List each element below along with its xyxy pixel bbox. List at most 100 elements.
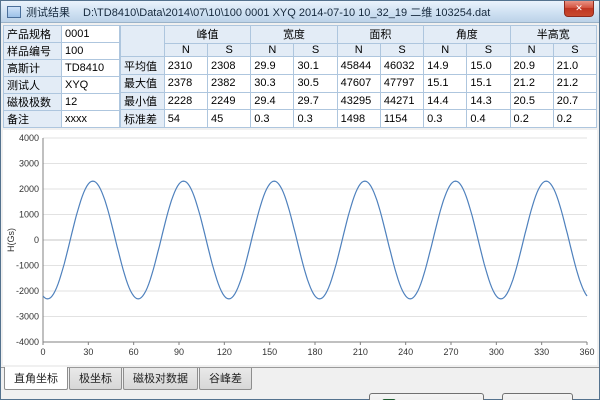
stats-sub-header: S: [208, 43, 251, 57]
stats-sub-header: S: [467, 43, 510, 57]
stats-cell: 47607: [337, 74, 380, 92]
table-row: 标准差 54 45 0.3 0.3 1498 1154 0.3 0.4 0.2 …: [121, 110, 597, 128]
stats-cell: 0.4: [467, 110, 510, 128]
info-value: 100: [62, 43, 120, 60]
stats-cell: 1154: [380, 110, 423, 128]
info-value: 12: [62, 94, 120, 111]
close-button[interactable]: ✕: [564, 1, 594, 17]
svg-text:60: 60: [129, 347, 139, 357]
info-label: 高斯计: [4, 60, 62, 77]
svg-text:300: 300: [489, 347, 504, 357]
tab-bar: 直角坐标 极坐标 磁极对数据 谷峰差: [1, 367, 599, 387]
table-row: 样品编号100: [4, 43, 120, 60]
tab-polar[interactable]: 极坐标: [69, 368, 122, 390]
info-label: 产品规格: [4, 26, 62, 43]
info-label: 磁极极数: [4, 94, 62, 111]
svg-text:-3000: -3000: [16, 312, 39, 322]
info-value: xxxx: [62, 111, 120, 128]
summary-tables: 产品规格0001 样品编号100 高斯计TD8410 测试人XYQ 磁极极数12…: [1, 23, 599, 128]
titlebar[interactable]: 测试结果 D:\TD8410\Data\2014\07\10\100 0001 …: [1, 1, 599, 23]
stats-cell: 43295: [337, 92, 380, 110]
stats-cell: 21.2: [510, 74, 553, 92]
svg-text:-2000: -2000: [16, 286, 39, 296]
stats-corner-cell: [121, 26, 165, 57]
stats-cell: 15.0: [467, 57, 510, 75]
stats-group-header: 半高宽: [510, 26, 596, 44]
stats-row-label: 最大值: [121, 74, 165, 92]
stats-cell: 30.5: [294, 74, 337, 92]
svg-text:3000: 3000: [19, 159, 39, 169]
svg-text:0: 0: [40, 347, 45, 357]
stats-sub-header: N: [164, 43, 207, 57]
stats-sub-header: N: [251, 43, 294, 57]
stats-cell: 0.3: [294, 110, 337, 128]
stats-group-header: 峰值: [164, 26, 250, 44]
info-label: 样品编号: [4, 43, 62, 60]
tab-pole-pair-data[interactable]: 磁极对数据: [123, 368, 198, 390]
test-results-window: 测试结果 D:\TD8410\Data\2014\07\10\100 0001 …: [0, 0, 600, 400]
svg-text:180: 180: [307, 347, 322, 357]
stats-cell: 20.7: [553, 92, 596, 110]
table-row: 测试人XYQ: [4, 77, 120, 94]
stats-cell: 20.5: [510, 92, 553, 110]
app-icon: [7, 6, 21, 18]
stats-cell: 14.3: [467, 92, 510, 110]
export-excel-button[interactable]: X 导出到 Excel: [369, 393, 484, 400]
info-value: TD8410: [62, 60, 120, 77]
table-row: 高斯计TD8410: [4, 60, 120, 77]
stats-cell: 1498: [337, 110, 380, 128]
sample-info-table: 产品规格0001 样品编号100 高斯计TD8410 测试人XYQ 磁极极数12…: [3, 25, 120, 128]
stats-sub-header: S: [553, 43, 596, 57]
tab-cartesian[interactable]: 直角坐标: [4, 367, 68, 390]
stats-sub-header: S: [294, 43, 337, 57]
table-row: N S N S N S N S N S: [121, 43, 597, 57]
stats-cell: 30.3: [251, 74, 294, 92]
stats-cell: 29.7: [294, 92, 337, 110]
stats-group-header: 角度: [424, 26, 510, 44]
stats-cell: 21.0: [553, 57, 596, 75]
table-row: 平均值 2310 2308 29.9 30.1 45844 46032 14.9…: [121, 57, 597, 75]
stats-cell: 2308: [208, 57, 251, 75]
info-label: 备注: [4, 111, 62, 128]
info-value: XYQ: [62, 77, 120, 94]
stats-cell: 29.4: [251, 92, 294, 110]
stats-cell: 20.9: [510, 57, 553, 75]
stats-sub-header: N: [337, 43, 380, 57]
stats-group-header: 宽度: [251, 26, 337, 44]
stats-cell: 54: [164, 110, 207, 128]
stats-cell: 2378: [164, 74, 207, 92]
stats-cell: 15.1: [424, 74, 467, 92]
stats-cell: 14.9: [424, 57, 467, 75]
stats-cell: 0.3: [424, 110, 467, 128]
svg-text:0: 0: [34, 235, 39, 245]
svg-text:360: 360: [579, 347, 594, 357]
stats-cell: 47797: [380, 74, 423, 92]
stats-cell: 2382: [208, 74, 251, 92]
table-row: 最小值 2228 2249 29.4 29.7 43295 44271 14.4…: [121, 92, 597, 110]
stats-row-label: 标准差: [121, 110, 165, 128]
svg-text:1000: 1000: [19, 210, 39, 220]
svg-text:-4000: -4000: [16, 337, 39, 347]
stats-cell: 0.2: [510, 110, 553, 128]
window-title: 测试结果: [26, 4, 70, 20]
svg-text:330: 330: [534, 347, 549, 357]
stats-cell: 21.2: [553, 74, 596, 92]
waveform-chart: 40003000200010000-1000-2000-3000-4000030…: [3, 130, 595, 360]
stats-group-header: 面积: [337, 26, 423, 44]
svg-text:120: 120: [217, 347, 232, 357]
tab-valley-peak-diff[interactable]: 谷峰差: [199, 368, 252, 390]
table-row: 峰值 宽度 面积 角度 半高宽: [121, 26, 597, 44]
print-button[interactable]: 打印: [502, 393, 573, 400]
stats-cell: 46032: [380, 57, 423, 75]
chart-area: 40003000200010000-1000-2000-3000-4000030…: [3, 130, 597, 365]
svg-text:210: 210: [353, 347, 368, 357]
table-row: 最大值 2378 2382 30.3 30.5 47607 47797 15.1…: [121, 74, 597, 92]
svg-text:-1000: -1000: [16, 261, 39, 271]
window-file-path: D:\TD8410\Data\2014\07\10\100 0001 XYQ 2…: [83, 4, 593, 20]
stats-cell: 45: [208, 110, 251, 128]
stats-table: 峰值 宽度 面积 角度 半高宽 N S N S N S N S N S 平均值 …: [120, 25, 597, 128]
stats-sub-header: N: [424, 43, 467, 57]
stats-sub-header: N: [510, 43, 553, 57]
stats-cell: 44271: [380, 92, 423, 110]
info-label: 测试人: [4, 77, 62, 94]
